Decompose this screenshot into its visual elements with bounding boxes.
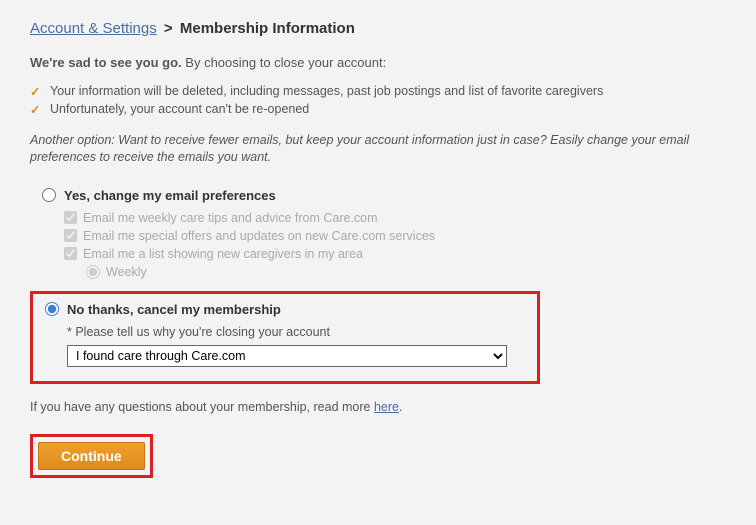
footer-before: If you have any questions about your mem…	[30, 400, 374, 414]
bullet-item: Your information will be deleted, includ…	[30, 84, 726, 98]
option-yes-row[interactable]: Yes, change my email preferences	[30, 188, 726, 203]
checkbox-weekly-tips	[64, 211, 77, 224]
intro-rest: By choosing to close your account:	[182, 55, 387, 70]
checkbox-special-offers	[64, 229, 77, 242]
radio-yes-change-prefs[interactable]	[42, 188, 56, 202]
sub-check-label: Email me weekly care tips and advice fro…	[83, 211, 378, 225]
option-no-label: No thanks, cancel my membership	[67, 302, 281, 317]
radio-no-cancel-membership[interactable]	[45, 302, 59, 316]
breadcrumb-link-account-settings[interactable]: Account & Settings	[30, 20, 157, 37]
continue-button-highlight: Continue	[30, 434, 153, 478]
radio-frequency-weekly	[86, 265, 100, 279]
cancel-membership-box: No thanks, cancel my membership * Please…	[30, 291, 540, 384]
breadcrumb-separator: >	[164, 20, 173, 37]
continue-button[interactable]: Continue	[38, 442, 145, 470]
intro-bold: We're sad to see you go.	[30, 55, 182, 70]
reason-label: * Please tell us why you're closing your…	[45, 325, 525, 339]
option-yes-label: Yes, change my email preferences	[64, 188, 276, 203]
note-text: Another option: Want to receive fewer em…	[30, 132, 726, 166]
sub-options: Email me weekly care tips and advice fro…	[30, 211, 726, 279]
reason-select[interactable]: I found care through Care.com	[67, 345, 507, 367]
sub-check-row: Email me weekly care tips and advice fro…	[64, 211, 726, 225]
info-bullets: Your information will be deleted, includ…	[30, 84, 726, 116]
sub-check-label: Email me a list showing new caregivers i…	[83, 247, 363, 261]
sub-radio-row: Weekly	[64, 265, 726, 279]
checkbox-new-caregivers	[64, 247, 77, 260]
footer-after: .	[399, 400, 402, 414]
sub-check-label: Email me special offers and updates on n…	[83, 229, 435, 243]
breadcrumb-current: Membership Information	[180, 20, 355, 37]
bullet-item: Unfortunately, your account can't be re-…	[30, 102, 726, 116]
sub-check-row: Email me special offers and updates on n…	[64, 229, 726, 243]
sub-check-row: Email me a list showing new caregivers i…	[64, 247, 726, 261]
option-no-row[interactable]: No thanks, cancel my membership	[45, 302, 525, 317]
sub-radio-label: Weekly	[106, 265, 147, 279]
intro-text: We're sad to see you go. By choosing to …	[30, 55, 726, 70]
breadcrumb: Account & Settings > Membership Informat…	[30, 20, 726, 37]
footer-text: If you have any questions about your mem…	[30, 400, 726, 414]
footer-link-here[interactable]: here	[374, 400, 399, 414]
